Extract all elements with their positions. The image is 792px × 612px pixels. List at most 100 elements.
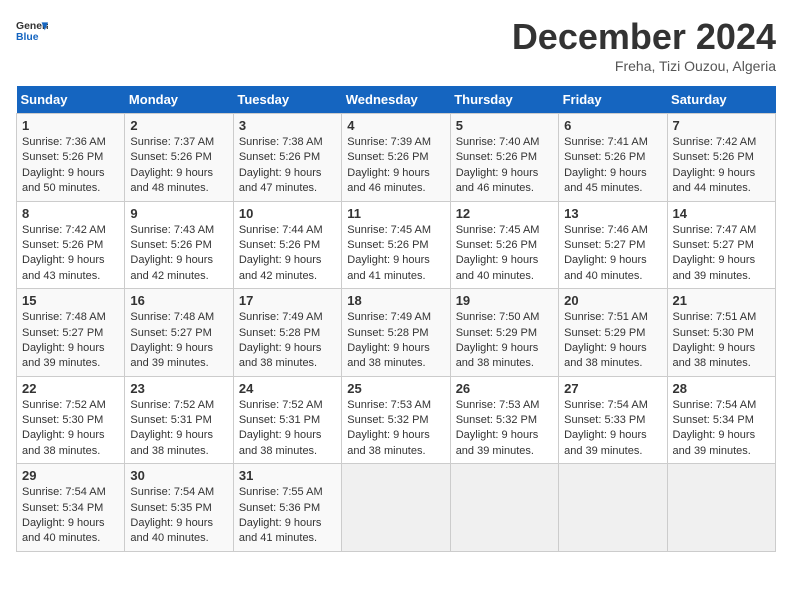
day-info: Sunrise: 7:54 AMSunset: 5:34 PMDaylight:… — [673, 399, 757, 457]
day-header-thursday: Thursday — [450, 86, 558, 114]
day-header-friday: Friday — [559, 86, 667, 114]
calendar-cell: 5Sunrise: 7:40 AMSunset: 5:26 PMDaylight… — [450, 114, 558, 202]
day-number: 13 — [564, 206, 661, 221]
day-number: 9 — [130, 206, 227, 221]
day-number: 25 — [347, 381, 444, 396]
day-number: 7 — [673, 118, 770, 133]
day-number: 29 — [22, 468, 119, 483]
calendar-cell: 30 Sunrise: 7:54 AMSunset: 5:35 PMDayligh… — [125, 464, 233, 552]
day-number: 24 — [239, 381, 336, 396]
day-number: 15 — [22, 293, 119, 308]
day-info: Sunrise: 7:36 AMSunset: 5:26 PMDaylight:… — [22, 136, 106, 194]
calendar-cell: 18 Sunrise: 7:49 AMSunset: 5:28 PMDayligh… — [342, 289, 450, 377]
calendar-week-1: 1 Sunrise: 7:36 AMSunset: 5:26 PMDaylight… — [17, 114, 776, 202]
day-number: 11 — [347, 206, 444, 221]
calendar-cell: 17 Sunrise: 7:49 AMSunset: 5:28 PMDayligh… — [233, 289, 341, 377]
day-number: 31 — [239, 468, 336, 483]
day-number: 6 — [564, 118, 661, 133]
day-info: Sunrise: 7:51 AMSunset: 5:29 PMDaylight:… — [564, 311, 648, 369]
calendar-cell — [667, 464, 775, 552]
calendar-cell: 26 Sunrise: 7:53 AMSunset: 5:32 PMDayligh… — [450, 376, 558, 464]
day-info: Sunrise: 7:54 AMSunset: 5:35 PMDaylight:… — [130, 486, 214, 544]
day-header-saturday: Saturday — [667, 86, 775, 114]
day-header-wednesday: Wednesday — [342, 86, 450, 114]
calendar-cell: 13 Sunrise: 7:46 AMSunset: 5:27 PMDayligh… — [559, 201, 667, 289]
day-number: 5 — [456, 118, 553, 133]
day-info: Sunrise: 7:55 AMSunset: 5:36 PMDaylight:… — [239, 486, 323, 544]
day-info: Sunrise: 7:45 AMSunset: 5:26 PMDaylight:… — [347, 224, 431, 282]
calendar-cell: 9 Sunrise: 7:43 AMSunset: 5:26 PMDaylight… — [125, 201, 233, 289]
calendar-cell: 3 Sunrise: 7:38 AMSunset: 5:26 PMDaylight… — [233, 114, 341, 202]
day-info: Sunrise: 7:50 AMSunset: 5:29 PMDaylight:… — [456, 311, 540, 369]
calendar-cell — [342, 464, 450, 552]
day-info: Sunrise: 7:54 AMSunset: 5:33 PMDaylight:… — [564, 399, 648, 457]
calendar-cell: 4 Sunrise: 7:39 AMSunset: 5:26 PMDaylight… — [342, 114, 450, 202]
calendar-week-3: 15 Sunrise: 7:48 AMSunset: 5:27 PMDayligh… — [17, 289, 776, 377]
day-info: Sunrise: 7:54 AMSunset: 5:34 PMDaylight:… — [22, 486, 106, 544]
header-row: SundayMondayTuesdayWednesdayThursdayFrid… — [17, 86, 776, 114]
day-info: Sunrise: 7:37 AMSunset: 5:26 PMDaylight:… — [130, 136, 214, 194]
calendar-cell: 29 Sunrise: 7:54 AMSunset: 5:34 PMDayligh… — [17, 464, 125, 552]
calendar-cell: 12 Sunrise: 7:45 AMSunset: 5:26 PMDayligh… — [450, 201, 558, 289]
day-number: 30 — [130, 468, 227, 483]
day-number: 19 — [456, 293, 553, 308]
day-number: 2 — [130, 118, 227, 133]
day-number: 1 — [22, 118, 119, 133]
calendar-cell: 15 Sunrise: 7:48 AMSunset: 5:27 PMDayligh… — [17, 289, 125, 377]
day-number: 8 — [22, 206, 119, 221]
calendar-week-4: 22 Sunrise: 7:52 AMSunset: 5:30 PMDayligh… — [17, 376, 776, 464]
logo: General Blue — [16, 16, 48, 48]
day-info: Sunrise: 7:41 AMSunset: 5:26 PMDaylight:… — [564, 136, 648, 194]
month-title: December 2024 — [512, 16, 776, 58]
calendar-cell: 6 Sunrise: 7:41 AMSunset: 5:26 PMDaylight… — [559, 114, 667, 202]
day-info: Sunrise: 7:53 AMSunset: 5:32 PMDaylight:… — [347, 399, 431, 457]
calendar-table: SundayMondayTuesdayWednesdayThursdayFrid… — [16, 86, 776, 552]
logo-icon: General Blue — [16, 16, 48, 48]
calendar-cell: 27Sunrise: 7:54 AMSunset: 5:33 PMDayligh… — [559, 376, 667, 464]
calendar-cell: 2 Sunrise: 7:37 AMSunset: 5:26 PMDaylight… — [125, 114, 233, 202]
day-number: 28 — [673, 381, 770, 396]
calendar-cell: 21 Sunrise: 7:51 AMSunset: 5:30 PMDayligh… — [667, 289, 775, 377]
day-number: 22 — [22, 381, 119, 396]
day-info: Sunrise: 7:42 AMSunset: 5:26 PMDaylight:… — [673, 136, 757, 194]
calendar-cell: 16Sunrise: 7:48 AMSunset: 5:27 PMDayligh… — [125, 289, 233, 377]
day-number: 4 — [347, 118, 444, 133]
day-info: Sunrise: 7:38 AMSunset: 5:26 PMDaylight:… — [239, 136, 323, 194]
calendar-cell: 24Sunrise: 7:52 AMSunset: 5:31 PMDayligh… — [233, 376, 341, 464]
day-info: Sunrise: 7:47 AMSunset: 5:27 PMDaylight:… — [673, 224, 757, 282]
day-info: Sunrise: 7:52 AMSunset: 5:30 PMDaylight:… — [22, 399, 106, 457]
day-info: Sunrise: 7:42 AMSunset: 5:26 PMDaylight:… — [22, 224, 106, 282]
day-number: 12 — [456, 206, 553, 221]
day-header-tuesday: Tuesday — [233, 86, 341, 114]
calendar-cell: 8 Sunrise: 7:42 AMSunset: 5:26 PMDaylight… — [17, 201, 125, 289]
calendar-cell: 7 Sunrise: 7:42 AMSunset: 5:26 PMDaylight… — [667, 114, 775, 202]
day-number: 3 — [239, 118, 336, 133]
day-info: Sunrise: 7:49 AMSunset: 5:28 PMDaylight:… — [347, 311, 431, 369]
calendar-cell — [450, 464, 558, 552]
day-info: Sunrise: 7:52 AMSunset: 5:31 PMDaylight:… — [130, 399, 214, 457]
calendar-cell: 14Sunrise: 7:47 AMSunset: 5:27 PMDayligh… — [667, 201, 775, 289]
day-header-monday: Monday — [125, 86, 233, 114]
calendar-cell: 20 Sunrise: 7:51 AMSunset: 5:29 PMDayligh… — [559, 289, 667, 377]
day-number: 26 — [456, 381, 553, 396]
day-info: Sunrise: 7:53 AMSunset: 5:32 PMDaylight:… — [456, 399, 540, 457]
day-info: Sunrise: 7:39 AMSunset: 5:26 PMDaylight:… — [347, 136, 431, 194]
svg-text:Blue: Blue — [16, 32, 39, 43]
day-info: Sunrise: 7:51 AMSunset: 5:30 PMDaylight:… — [673, 311, 757, 369]
day-number: 16 — [130, 293, 227, 308]
day-number: 21 — [673, 293, 770, 308]
day-info: Sunrise: 7:49 AMSunset: 5:28 PMDaylight:… — [239, 311, 323, 369]
day-info: Sunrise: 7:45 AMSunset: 5:26 PMDaylight:… — [456, 224, 540, 282]
calendar-cell: 10Sunrise: 7:44 AMSunset: 5:26 PMDayligh… — [233, 201, 341, 289]
calendar-cell: 1 Sunrise: 7:36 AMSunset: 5:26 PMDaylight… — [17, 114, 125, 202]
day-info: Sunrise: 7:46 AMSunset: 5:27 PMDaylight:… — [564, 224, 648, 282]
day-number: 20 — [564, 293, 661, 308]
day-number: 17 — [239, 293, 336, 308]
day-info: Sunrise: 7:48 AMSunset: 5:27 PMDaylight:… — [22, 311, 106, 369]
day-info: Sunrise: 7:43 AMSunset: 5:26 PMDaylight:… — [130, 224, 214, 282]
calendar-cell: 19 Sunrise: 7:50 AMSunset: 5:29 PMDayligh… — [450, 289, 558, 377]
day-number: 18 — [347, 293, 444, 308]
location-subtitle: Freha, Tizi Ouzou, Algeria — [512, 58, 776, 74]
calendar-cell: 28 Sunrise: 7:54 AMSunset: 5:34 PMDayligh… — [667, 376, 775, 464]
day-number: 23 — [130, 381, 227, 396]
